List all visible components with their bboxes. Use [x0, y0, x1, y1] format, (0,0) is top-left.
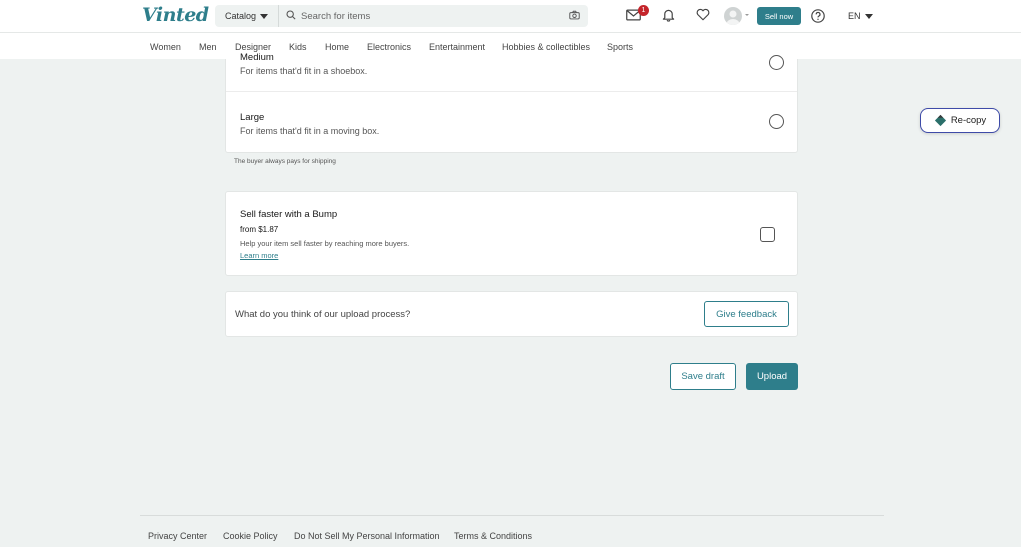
- sell-now-button[interactable]: Sell now: [757, 7, 801, 25]
- bump-checkbox[interactable]: [760, 227, 775, 242]
- search-input[interactable]: [301, 10, 569, 22]
- chevron-down-icon: [864, 13, 873, 19]
- package-size-title: Large: [240, 112, 265, 123]
- shipping-note: The buyer always pays for shipping: [234, 158, 336, 165]
- recopy-icon: [934, 114, 947, 127]
- bump-title: Sell faster with a Bump: [240, 209, 338, 220]
- category-designer[interactable]: Designer: [235, 42, 271, 52]
- search-icon: [286, 7, 296, 25]
- category-sports[interactable]: Sports: [607, 42, 633, 52]
- package-size-radio[interactable]: [769, 55, 784, 70]
- search-field: [279, 5, 588, 27]
- package-size-card: Medium For items that'd fit in a shoebox…: [225, 52, 798, 153]
- language-label: EN: [848, 11, 861, 21]
- footer-link-terms[interactable]: Terms & Conditions: [454, 531, 532, 541]
- help-icon[interactable]: [811, 9, 825, 28]
- inbox-badge: 1: [638, 5, 649, 16]
- search-bar: Catalog: [215, 5, 588, 27]
- top-header: Vinted Catalog 1 Sell now EN: [0, 0, 1024, 32]
- package-size-description: For items that'd fit in a shoebox.: [240, 66, 368, 76]
- package-size-description: For items that'd fit in a moving box.: [240, 126, 380, 136]
- category-kids[interactable]: Kids: [289, 42, 307, 52]
- footer-link-cookie-policy[interactable]: Cookie Policy: [223, 531, 278, 541]
- catalog-label: Catalog: [225, 11, 257, 21]
- category-hobbies[interactable]: Hobbies & collectibles: [502, 42, 590, 52]
- footer-divider: [140, 515, 884, 516]
- avatar-chevron-icon[interactable]: [745, 14, 749, 16]
- footer-link-do-not-sell[interactable]: Do Not Sell My Personal Information: [294, 531, 440, 541]
- footer-link-privacy-center[interactable]: Privacy Center: [148, 531, 207, 541]
- avatar[interactable]: [724, 7, 742, 25]
- package-size-title: Medium: [240, 52, 274, 63]
- upload-button[interactable]: Upload: [746, 363, 798, 390]
- catalog-dropdown[interactable]: Catalog: [215, 5, 280, 27]
- chevron-down-icon: [260, 13, 269, 19]
- learn-more-link[interactable]: Learn more: [240, 251, 278, 260]
- package-size-large[interactable]: Large For items that'd fit in a moving b…: [226, 92, 797, 152]
- heart-icon[interactable]: [696, 8, 710, 26]
- category-nav: Women Men Designer Kids Home Electronics…: [0, 32, 1024, 59]
- language-selector[interactable]: EN: [848, 11, 873, 21]
- bump-description: Help your item sell faster by reaching m…: [240, 239, 410, 248]
- feedback-question: What do you think of our upload process?: [235, 309, 411, 320]
- vinted-logo[interactable]: Vinted: [142, 4, 209, 26]
- save-draft-button[interactable]: Save draft: [670, 363, 736, 390]
- package-size-radio[interactable]: [769, 114, 784, 129]
- bump-card: Sell faster with a Bump from $1.87 Help …: [225, 191, 798, 276]
- category-men[interactable]: Men: [199, 42, 217, 52]
- category-electronics[interactable]: Electronics: [367, 42, 411, 52]
- give-feedback-button[interactable]: Give feedback: [704, 301, 789, 327]
- feedback-card: What do you think of our upload process?…: [225, 291, 798, 337]
- recopy-button[interactable]: Re-copy: [920, 108, 1000, 133]
- bump-price: from $1.87: [240, 225, 279, 234]
- package-size-medium[interactable]: Medium For items that'd fit in a shoebox…: [226, 52, 797, 92]
- category-women[interactable]: Women: [150, 42, 181, 52]
- recopy-label: Re-copy: [950, 115, 987, 126]
- camera-icon[interactable]: [569, 7, 580, 25]
- category-home[interactable]: Home: [325, 42, 349, 52]
- bell-icon[interactable]: [662, 8, 675, 27]
- category-entertainment[interactable]: Entertainment: [429, 42, 485, 52]
